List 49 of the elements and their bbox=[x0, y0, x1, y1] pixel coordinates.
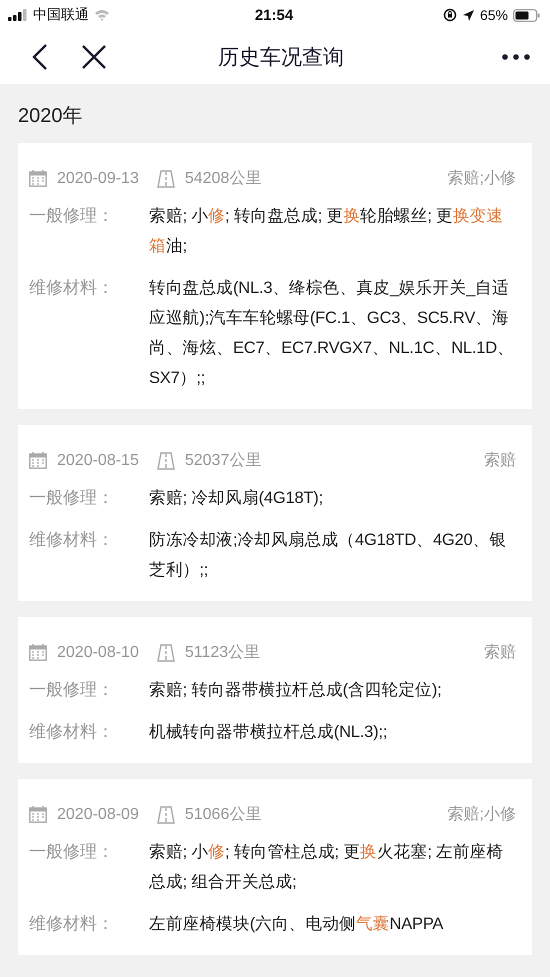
signal-icon bbox=[8, 9, 28, 21]
field-label: 一般修理： bbox=[29, 205, 115, 227]
page-title: 历史车况查询 bbox=[217, 45, 345, 71]
carrier-name: 中国联通 bbox=[33, 6, 89, 24]
repair-type: 索赔 bbox=[484, 450, 516, 471]
record-date: 2020-08-09 bbox=[57, 806, 139, 824]
wifi-icon bbox=[94, 9, 110, 21]
road-icon bbox=[156, 170, 175, 188]
field-value: 防冻冷却液;冷却风扇总成（4G18TD、4G20、银芝利）;; bbox=[149, 530, 508, 581]
battery-icon bbox=[513, 8, 540, 22]
field-label: 一般修理： bbox=[29, 487, 115, 509]
record-date: 2020-08-10 bbox=[57, 644, 139, 662]
repair-type: 索赔 bbox=[484, 642, 516, 663]
clock-time: 21:54 bbox=[254, 6, 294, 24]
calendar-icon bbox=[29, 452, 47, 469]
field-value: 机械转向器带横拉杆总成(NL.3);; bbox=[149, 722, 388, 743]
year-heading: 2020年 bbox=[18, 104, 84, 129]
field-label: 维修材料： bbox=[29, 721, 115, 743]
field-label: 维修材料： bbox=[29, 529, 115, 551]
field-value: 索赔; 小修; 转向管柱总成; 更换火花塞; 左前座椅总成; 组合开关总成; bbox=[149, 842, 504, 893]
battery-percent: 65% bbox=[480, 7, 508, 23]
repair-type: 索赔;小修 bbox=[448, 168, 516, 189]
back-icon[interactable] bbox=[32, 44, 48, 70]
road-icon bbox=[156, 644, 175, 662]
mileage: 51123公里 bbox=[184, 643, 260, 663]
rotation-lock-icon bbox=[442, 8, 457, 22]
road-icon bbox=[156, 452, 175, 470]
mileage: 51066公里 bbox=[184, 805, 262, 825]
road-icon bbox=[156, 806, 175, 824]
location-arrow-icon bbox=[462, 8, 475, 22]
field-value: 索赔; 冷却风扇(4G18T); bbox=[149, 488, 324, 509]
field-label: 维修材料： bbox=[29, 913, 115, 935]
mileage: 52037公里 bbox=[184, 451, 262, 471]
record-date: 2020-08-15 bbox=[57, 452, 139, 470]
close-icon[interactable] bbox=[82, 45, 106, 69]
field-value: 索赔; 转向器带横拉杆总成(含四轮定位); bbox=[149, 680, 443, 701]
repair-type: 索赔;小修 bbox=[448, 804, 516, 825]
calendar-icon bbox=[29, 170, 47, 187]
field-label: 一般修理： bbox=[29, 841, 115, 863]
calendar-icon bbox=[29, 644, 47, 661]
field-value: 索赔; 小修; 转向盘总成; 更换轮胎螺丝; 更换变速箱油; bbox=[149, 206, 504, 257]
mileage: 54208公里 bbox=[184, 169, 262, 189]
field-label: 一般修理： bbox=[29, 679, 115, 701]
field-value: 左前座椅模块(六向、电动侧气囊NAPPA bbox=[149, 914, 444, 935]
calendar-icon bbox=[29, 806, 47, 823]
record-date: 2020-09-13 bbox=[57, 170, 139, 188]
more-icon[interactable] bbox=[502, 54, 530, 60]
field-value: 转向盘总成(NL.3、绛棕色、真皮_娱乐开关_自适应巡航);汽车车轮螺母(FC.1、GC3、SC5.RV、海尚、海炫、EC7、EC7.RVGX7、NL.1C、NL.1D、SX7）;; bbox=[149, 278, 515, 389]
field-label: 维修材料： bbox=[29, 277, 115, 299]
